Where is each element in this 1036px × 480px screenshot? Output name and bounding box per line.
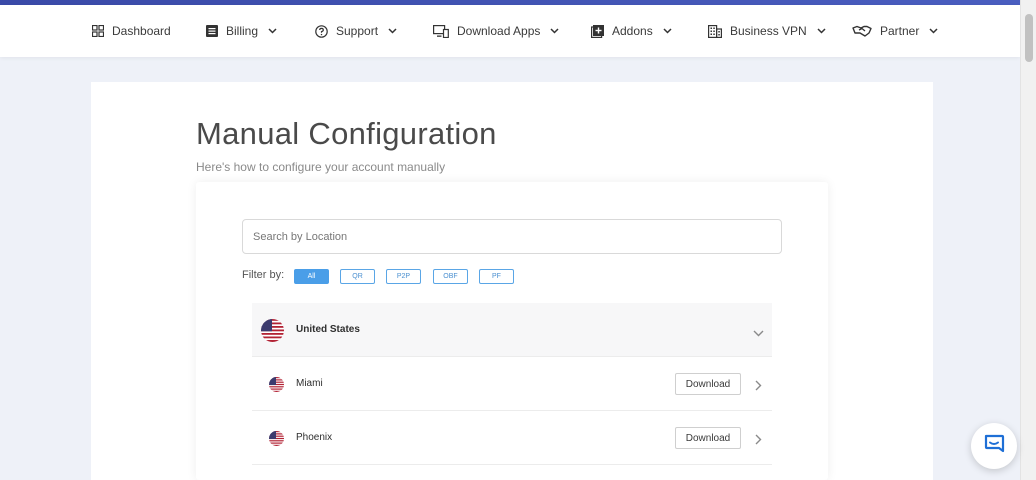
nav-item-partner[interactable]: Partner xyxy=(852,5,938,57)
live-chat-button[interactable] xyxy=(971,423,1017,469)
city-name: Phoenix xyxy=(296,432,333,443)
nav-item-label: Addons xyxy=(612,24,653,38)
chevron-down-icon xyxy=(550,28,559,34)
add-box-icon xyxy=(591,24,604,38)
page-scrollbar[interactable] xyxy=(1020,0,1036,480)
chat-bubble-icon xyxy=(982,432,1006,461)
us-flag-icon xyxy=(269,431,284,446)
us-flag-icon xyxy=(261,319,284,342)
country-row-united-states[interactable]: United States xyxy=(252,303,772,357)
nav-item-label: Dashboard xyxy=(112,24,171,38)
billing-icon xyxy=(206,25,218,37)
top-navbar: Dashboard Billing Support Download Apps xyxy=(0,5,1020,57)
city-name: Miami xyxy=(296,378,323,389)
chevron-down-icon xyxy=(929,28,938,34)
nav-item-label: Support xyxy=(336,24,379,38)
nav-item-addons[interactable]: Addons xyxy=(591,5,672,57)
nav-item-label: Business VPN xyxy=(730,24,807,38)
nav-item-label: Billing xyxy=(226,24,259,38)
nav-item-label: Download Apps xyxy=(457,24,541,38)
nav-item-billing[interactable]: Billing xyxy=(206,5,277,57)
page-title: Manual Configuration xyxy=(196,116,497,151)
handshake-icon xyxy=(852,25,872,37)
chevron-down-icon xyxy=(268,28,277,34)
nav-item-support[interactable]: Support xyxy=(315,5,397,57)
nav-item-dashboard[interactable]: Dashboard xyxy=(92,5,171,57)
page-subtitle: Here's how to configure your account man… xyxy=(196,160,446,174)
filter-chip-pf[interactable]: PF xyxy=(479,269,514,284)
monitor-icon xyxy=(433,24,449,38)
us-flag-icon xyxy=(269,377,284,392)
chevron-right-icon[interactable] xyxy=(755,432,762,450)
download-button[interactable]: Download xyxy=(675,373,741,395)
nav-item-business-vpn[interactable]: Business VPN xyxy=(708,5,826,57)
chevron-right-icon[interactable] xyxy=(755,378,762,396)
filter-chip-obf[interactable]: OBF xyxy=(433,269,468,284)
nav-item-label: Partner xyxy=(880,24,920,38)
filter-label: Filter by: xyxy=(242,269,285,281)
filter-chip-qr[interactable]: QR xyxy=(340,269,375,284)
filter-chip-all[interactable]: All xyxy=(294,269,329,284)
building-icon xyxy=(708,24,722,38)
chevron-down-icon[interactable] xyxy=(753,324,764,342)
nav-item-download-apps[interactable]: Download Apps xyxy=(433,5,559,57)
chevron-down-icon xyxy=(388,28,397,34)
chevron-down-icon xyxy=(817,28,826,34)
city-row-miami[interactable]: Miami Download xyxy=(252,357,772,411)
country-name: United States xyxy=(296,324,360,335)
dashboard-icon xyxy=(92,25,104,37)
chevron-down-icon xyxy=(663,28,672,34)
city-row-phoenix[interactable]: Phoenix Download xyxy=(252,411,772,465)
support-icon xyxy=(315,24,328,38)
scrollbar-thumb[interactable] xyxy=(1025,14,1033,62)
city-row-partial xyxy=(252,465,772,480)
location-search-input[interactable] xyxy=(242,219,782,254)
download-button[interactable]: Download xyxy=(675,427,741,449)
filter-chip-p2p[interactable]: P2P xyxy=(386,269,421,284)
